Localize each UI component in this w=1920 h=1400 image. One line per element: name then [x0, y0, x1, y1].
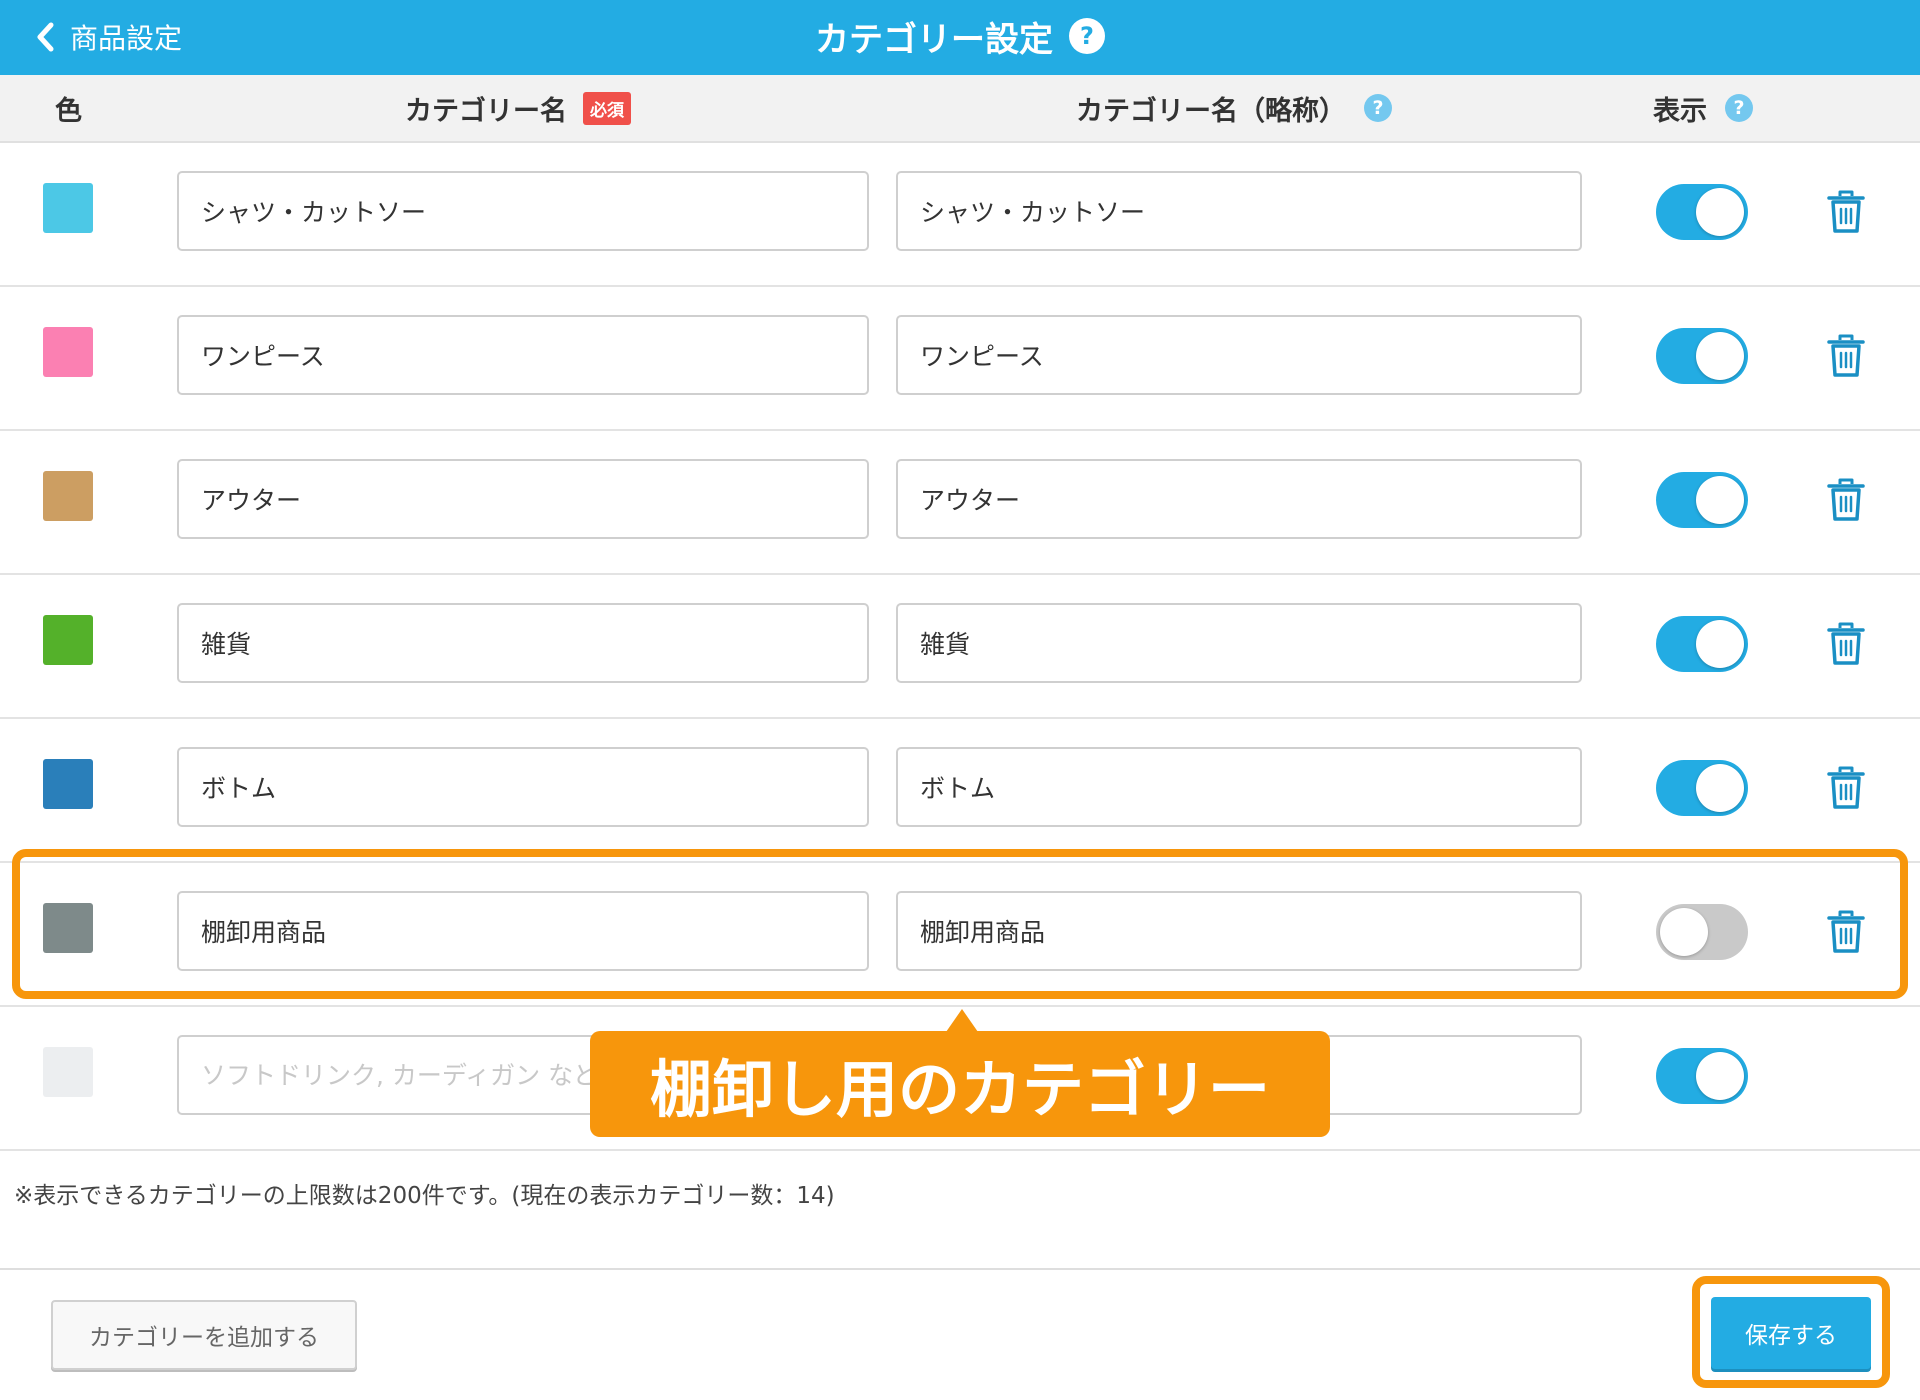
add-category-button[interactable]: カテゴリーを追加する — [51, 1300, 357, 1370]
trash-icon[interactable] — [1826, 189, 1866, 235]
trash-icon[interactable] — [1826, 333, 1866, 379]
column-short-name-label: カテゴリー名（略称） — [1076, 95, 1346, 127]
category-row — [0, 863, 1920, 1007]
display-toggle[interactable] — [1656, 184, 1748, 240]
app-header: 商品設定 カテゴリー設定 ? — [0, 0, 1920, 75]
column-display: 表示 ? — [1653, 75, 1753, 141]
color-swatch[interactable] — [43, 471, 93, 521]
save-button[interactable]: 保存する — [1711, 1297, 1871, 1369]
column-display-label: 表示 — [1653, 95, 1707, 127]
category-short-name-input[interactable] — [896, 315, 1582, 395]
color-swatch[interactable] — [43, 183, 93, 233]
display-toggle[interactable] — [1656, 760, 1748, 816]
toggle-knob — [1696, 188, 1744, 236]
toggle-knob — [1696, 620, 1744, 668]
category-name-input[interactable] — [177, 459, 869, 539]
callout-pointer — [946, 1009, 978, 1032]
display-toggle[interactable] — [1656, 472, 1748, 528]
color-swatch[interactable] — [43, 759, 93, 809]
category-short-name-input[interactable] — [896, 747, 1582, 827]
toggle-knob — [1696, 476, 1744, 524]
color-swatch[interactable] — [43, 1047, 93, 1097]
toggle-knob — [1696, 764, 1744, 812]
category-name-input[interactable] — [177, 603, 869, 683]
category-name-input[interactable] — [177, 171, 869, 251]
color-swatch[interactable] — [43, 903, 93, 953]
limit-note: ※表示できるカテゴリーの上限数は200件です。(現在の表示カテゴリー数：14) — [14, 1183, 835, 1209]
category-row — [0, 287, 1920, 431]
question-circle-icon[interactable]: ? — [1725, 94, 1753, 122]
color-swatch[interactable] — [43, 615, 93, 665]
footer-bar: カテゴリーを追加する — [0, 1268, 1920, 1400]
display-toggle[interactable] — [1656, 904, 1748, 960]
toggle-knob — [1696, 1052, 1744, 1100]
category-name-input[interactable] — [177, 891, 869, 971]
category-short-name-input[interactable] — [896, 891, 1582, 971]
color-swatch[interactable] — [43, 327, 93, 377]
category-row — [0, 575, 1920, 719]
category-short-name-input[interactable] — [896, 171, 1582, 251]
page-title: カテゴリー設定 — [815, 19, 1053, 60]
trash-icon[interactable] — [1826, 621, 1866, 667]
category-short-name-input[interactable] — [896, 459, 1582, 539]
required-badge: 必須 — [583, 91, 631, 125]
trash-icon[interactable] — [1826, 765, 1866, 811]
column-color: 色 — [55, 75, 82, 141]
category-row — [0, 719, 1920, 863]
column-color-label: 色 — [55, 95, 82, 127]
category-name-input[interactable] — [177, 315, 869, 395]
column-name-label: カテゴリー名 — [405, 95, 567, 127]
display-toggle[interactable] — [1656, 328, 1748, 384]
trash-icon[interactable] — [1826, 477, 1866, 523]
display-toggle[interactable] — [1656, 616, 1748, 672]
category-row — [0, 431, 1920, 575]
category-name-input[interactable] — [177, 747, 869, 827]
trash-icon[interactable] — [1826, 909, 1866, 955]
column-short-name: カテゴリー名（略称） ? — [1076, 75, 1392, 141]
display-toggle[interactable] — [1656, 1048, 1748, 1104]
column-header-row: 色 カテゴリー名 必須 カテゴリー名（略称） ? 表示 ? — [0, 75, 1920, 143]
question-circle-icon[interactable]: ? — [1364, 94, 1392, 122]
category-row — [0, 143, 1920, 287]
toggle-knob — [1660, 908, 1708, 956]
callout-label: 棚卸し用のカテゴリー — [590, 1031, 1330, 1137]
question-circle-icon[interactable]: ? — [1069, 18, 1105, 54]
category-short-name-input[interactable] — [896, 603, 1582, 683]
page-title-wrap: カテゴリー設定 ? — [0, 10, 1920, 62]
toggle-knob — [1696, 332, 1744, 380]
column-name: カテゴリー名 必須 — [405, 75, 631, 141]
